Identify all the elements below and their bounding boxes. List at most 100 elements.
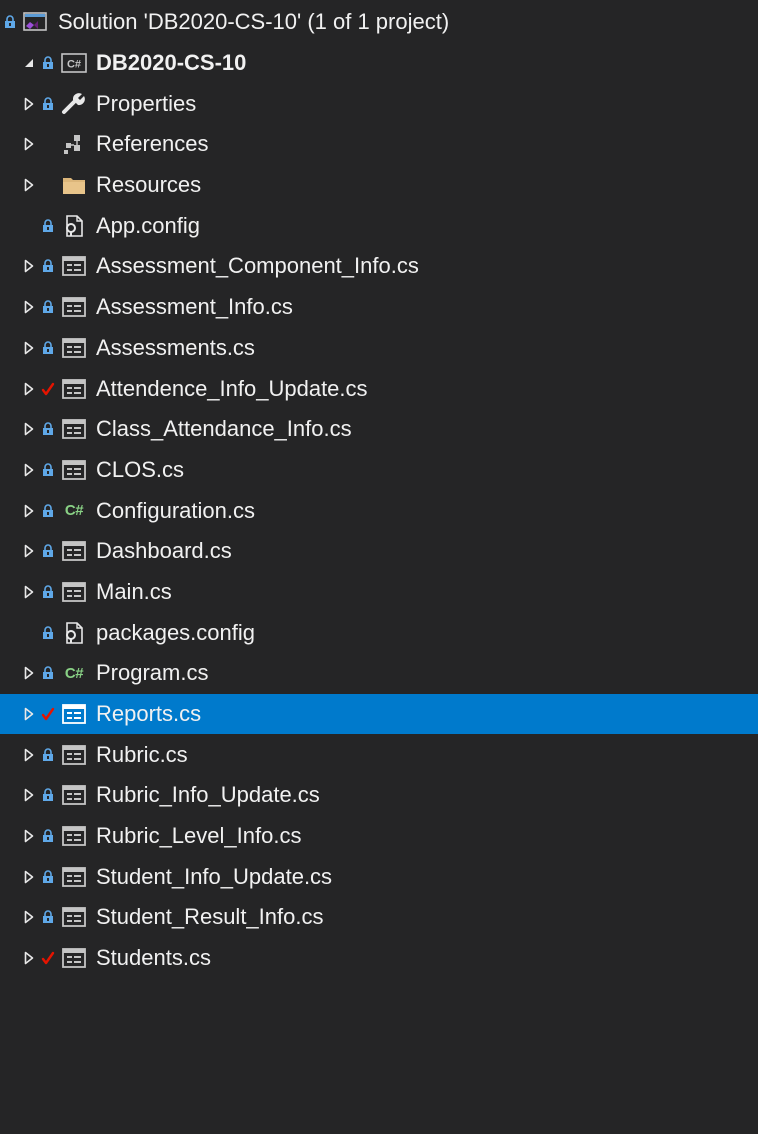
tree-item[interactable]: Attendence_Info_Update.cs [0,368,758,409]
tree-item[interactable]: Properties [0,83,758,124]
tree-item[interactable]: Student_Info_Update.cs [0,856,758,897]
form-icon [60,865,88,889]
tree-item[interactable]: Student_Result_Info.cs [0,897,758,938]
tree-item[interactable]: Assessments.cs [0,328,758,369]
tree-item-label: Reports.cs [96,701,202,727]
form-icon [60,905,88,929]
tree-item[interactable]: Resources [0,165,758,206]
project-items: Properties References Resources App.config A… [0,83,758,978]
lock-icon [38,580,58,604]
lock-icon [38,295,58,319]
tree-item-label: Resources [96,172,202,198]
tree-item-label: Configuration.cs [96,497,255,523]
expand-arrow-icon[interactable] [20,539,38,563]
form-icon [60,295,88,319]
tree-item[interactable]: Students.cs [0,938,758,979]
form-icon [60,702,88,726]
expand-arrow-icon[interactable] [20,743,38,767]
solution-explorer-tree: Solution 'DB2020-CS-10' (1 of 1 project)… [0,0,758,1134]
form-icon [60,336,88,360]
expand-arrow-icon[interactable] [20,254,38,278]
tree-item[interactable]: packages.config [0,612,758,653]
tree-item[interactable]: References [0,124,758,165]
tree-item[interactable]: Class_Attendance_Info.cs [0,409,758,450]
tree-item-label: Program.cs [96,660,209,686]
lock-icon [38,458,58,482]
tree-item-label: Dashboard.cs [96,538,232,564]
lock-icon [38,417,58,441]
tree-item[interactable]: Rubric.cs [0,734,758,775]
tree-item-label: Assessment_Info.cs [96,294,293,320]
form-icon [60,783,88,807]
form-icon [60,377,88,401]
form-icon [60,580,88,604]
expand-arrow-icon[interactable] [20,295,38,319]
project-node[interactable]: C# DB2020-CS-10 [0,43,758,84]
lock-icon [38,92,58,116]
csharp-file-icon: C# [60,661,88,685]
tree-item[interactable]: Main.cs [0,572,758,613]
expand-arrow-icon[interactable] [20,865,38,889]
tree-item[interactable]: Assessment_Info.cs [0,287,758,328]
form-icon [60,824,88,848]
lock-icon [38,499,58,523]
csharp-glyph: C# [64,502,84,520]
folder-icon [60,173,88,197]
expand-arrow-icon[interactable] [20,377,38,401]
tree-item[interactable]: Assessment_Component_Info.cs [0,246,758,287]
expand-arrow-icon[interactable] [20,458,38,482]
expand-arrow-icon[interactable] [20,92,38,116]
state-spacer [38,132,58,156]
wrench-icon [60,92,88,116]
tree-item[interactable]: Reports.cs [0,693,758,735]
lock-icon [0,10,20,34]
expand-arrow-icon[interactable] [20,905,38,929]
form-icon [60,458,88,482]
tree-item-label: CLOS.cs [96,456,185,482]
lock-icon [38,51,58,75]
tree-item[interactable]: C# Configuration.cs [0,490,758,531]
lock-icon [38,783,58,807]
tree-item[interactable]: C# Program.cs [0,653,758,694]
expand-arrow-icon[interactable] [20,580,38,604]
checked-out-icon [38,377,58,401]
expand-arrow-icon[interactable] [20,173,38,197]
csharp-glyph: C# [67,59,81,71]
expand-arrow-icon[interactable] [20,132,38,156]
references-icon [60,132,88,156]
expand-arrow-icon[interactable] [20,783,38,807]
lock-icon [38,621,58,645]
solution-label: Solution 'DB2020-CS-10' (1 of 1 project) [58,9,450,35]
expand-arrow-icon[interactable] [20,336,38,360]
expand-arrow-icon[interactable] [20,824,38,848]
expand-arrow-icon[interactable] [20,661,38,685]
lock-icon [38,336,58,360]
lock-icon [38,865,58,889]
csharp-project-icon: C# [60,51,88,75]
tree-item-label: References [96,131,209,157]
tree-item-label: App.config [96,212,200,238]
lock-icon [38,214,58,238]
tree-item-label: Rubric.cs [96,741,188,767]
expand-arrow-icon[interactable] [20,417,38,441]
expand-arrow-icon[interactable] [20,946,38,970]
form-icon [60,946,88,970]
project-label: DB2020-CS-10 [96,50,247,76]
tree-item[interactable]: Rubric_Level_Info.cs [0,816,758,857]
expand-arrow-icon[interactable] [20,499,38,523]
tree-item-label: Main.cs [96,578,172,604]
tree-item[interactable]: Dashboard.cs [0,531,758,572]
tree-item-label: Rubric_Info_Update.cs [96,782,320,808]
tree-item[interactable]: App.config [0,205,758,246]
csharp-glyph: C# [64,664,84,682]
tree-item[interactable]: CLOS.cs [0,450,758,491]
tree-item[interactable]: Rubric_Info_Update.cs [0,775,758,816]
expand-arrow-icon[interactable] [20,702,38,726]
collapse-arrow-icon[interactable] [20,51,38,75]
tree-item-label: Student_Info_Update.cs [96,863,333,889]
tree-item-label: Assessments.cs [96,334,255,360]
lock-icon [38,743,58,767]
solution-node[interactable]: Solution 'DB2020-CS-10' (1 of 1 project) [0,2,758,43]
form-icon [60,254,88,278]
